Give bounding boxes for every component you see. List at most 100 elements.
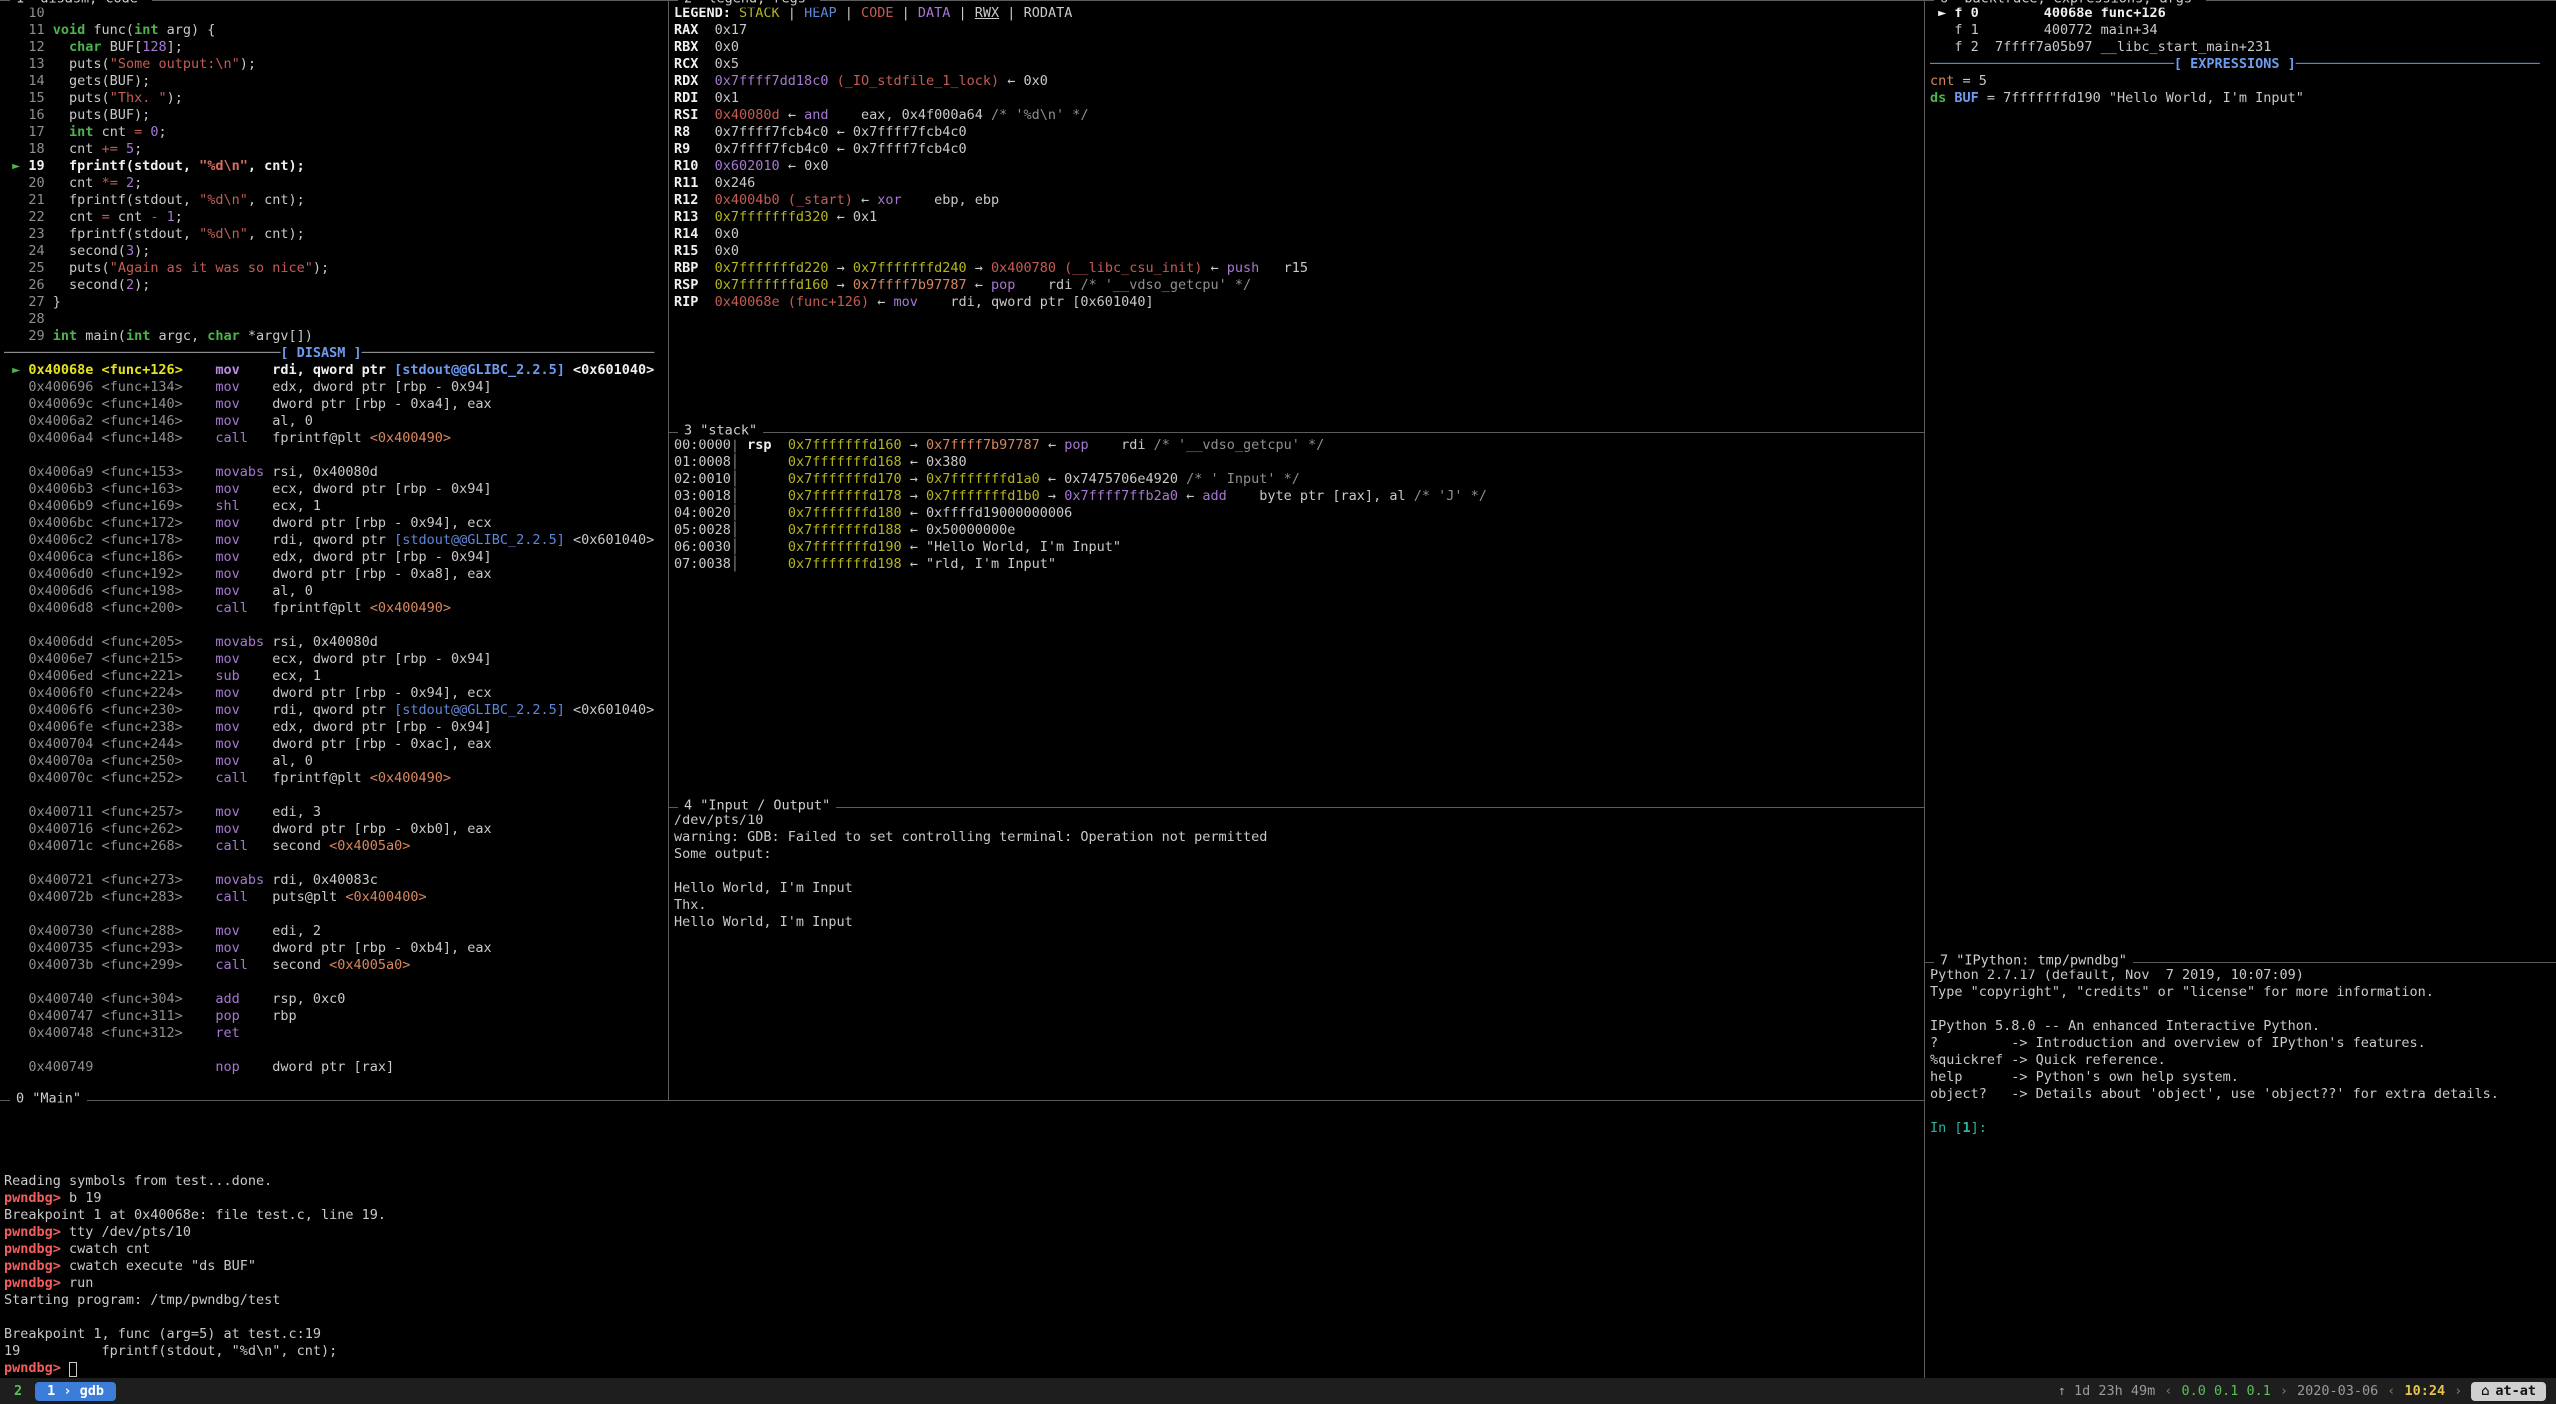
text-segment: fprintf@plt [248,770,370,786]
text-segment [183,821,216,837]
text-segment: movabs [215,634,264,650]
text-segment: → [902,488,926,504]
text-segment: 19 fprintf(stdout, "%d\n", cnt); [4,1343,337,1359]
pane-stack[interactable]: 00:0000│ rsp 0x7fffffffd160 → 0x7ffff7b9… [674,434,1922,808]
text-segment: 5 [126,141,134,157]
terminal-line: 18 cnt += 5; [4,141,664,158]
terminal-line: 25 puts("Again as it was so nice"); [4,260,664,277]
text-segment: RODATA [1024,5,1073,21]
text-segment: call [215,838,248,854]
text-segment: cnt [110,209,151,225]
text-segment: 0x40068e <func+126> [28,362,182,378]
terminal-line: RDI 0x1 [674,90,1922,107]
pane-legend-registers[interactable]: LEGEND: STACK | HEAP | CODE | DATA | RWX… [674,2,1922,433]
text-segment: 02:0010 [674,471,731,487]
text-segment [183,583,216,599]
text-segment: edx, dword ptr [rbp - 0x94] [240,549,492,565]
load-average: 0.0 0.1 0.1 [2181,1383,2270,1400]
text-segment: rsp, 0xc0 [240,991,346,1007]
text-segment: second( [53,243,126,259]
pane-ipython[interactable]: Python 2.7.17 (default, Nov 7 2019, 10:0… [1930,964,2554,1379]
text-segment: RDX [674,73,698,89]
text-segment: mov [215,532,239,548]
pane-main-gdb-prompt[interactable]: Reading symbols from test...done.pwndbg>… [4,1102,1922,1379]
text-segment: cnt [53,141,102,157]
text-segment: mov [215,821,239,837]
text-segment: (_IO_stdfile_1_lock) [837,73,1000,89]
text-segment: 0x4006a9 <func+153> [4,464,183,480]
terminal-line: RDX 0x7ffff7dd18c0 (_IO_stdfile_1_lock) … [674,73,1922,90]
text-segment [183,396,216,412]
text-segment: RBP [674,260,698,276]
terminal-line: object? -> Details about 'object', use '… [1930,1086,2554,1103]
text-segment: ; [134,141,142,157]
terminal-line: 04:0020│ 0x7fffffffd180 ← 0xffffd1900000… [674,505,1922,522]
bracket-close-icon: › [2280,1383,2288,1400]
text-segment: Breakpoint 1 at 0x40068e: file test.c, l… [4,1207,386,1223]
terminal-line: Hello World, I'm Input [674,880,1922,897]
text-segment: │ [731,522,788,538]
tmux-active-window-tab[interactable]: 1 › gdb [35,1382,116,1401]
text-segment: run [69,1275,93,1291]
terminal-line: 28 [4,311,664,328]
text-segment: 0x7ffff7b97787 [926,437,1040,453]
text-segment: 0x7fffffffd160 [788,437,902,453]
text-segment [183,515,216,531]
text-segment: 0x40080d [715,107,780,123]
text-segment: b 19 [69,1190,102,1206]
tmux-session-indicator[interactable]: 2 [10,1383,26,1400]
terminal-line: 0x4006fe <func+238> mov edx, dword ptr [… [4,719,664,736]
text-segment: <0x400490> [370,600,451,616]
text-segment: 0 [150,124,158,140]
text-segment: int [69,124,93,140]
terminal-line: ds BUF = 7fffffffd190 "Hello World, I'm … [1930,90,2554,107]
text-segment: 0x400730 <func+288> [4,923,183,939]
text-segment: ecx, dword ptr [rbp - 0x94] [240,651,492,667]
terminal-line: 02:0010│ 0x7fffffffd170 → 0x7fffffffd1a0… [674,471,1922,488]
terminal-line: 0x4006a9 <func+153> movabs rsi, 0x40080d [4,464,664,481]
terminal-line: 11 void func(int arg) { [4,22,664,39]
text-segment: 0x400749 [4,1059,93,1075]
text-segment: pwndbg> [4,1190,69,1206]
text-segment: ← [1040,437,1064,453]
terminal-line: Hello World, I'm Input [674,914,1922,931]
pane-disasm-code[interactable]: 10 11 void func(int arg) { 12 char BUF[1… [4,2,664,1101]
text-segment [183,923,216,939]
terminal-line: pwndbg> b 19 [4,1190,1922,1207]
text-segment: ← 0x1 [828,209,877,225]
text-segment: 0x4006f6 <func+230> [4,702,183,718]
text-segment: 29 [4,328,53,344]
text-segment: call [215,770,248,786]
pane-input-output[interactable]: /dev/pts/10warning: GDB: Failed to set c… [674,809,1922,1101]
text-segment: ecx, 1 [240,498,321,514]
text-segment: mov [215,396,239,412]
text-segment [183,702,216,718]
border-disasm-regs[interactable] [668,0,669,1100]
terminal-line: RSP 0x7fffffffd160 → 0x7ffff7b97787 ← po… [674,277,1922,294]
text-segment [183,804,216,820]
terminal-line [4,974,664,991]
text-segment: BUF [1954,90,1978,106]
text-segment: char [207,328,240,344]
text-segment: sub [215,668,239,684]
text-segment [183,753,216,769]
text-segment [93,1059,215,1075]
text-segment: <0x601040> [565,362,654,378]
terminal-line: 19 fprintf(stdout, "%d\n", cnt); [4,1343,1922,1360]
terminal-line: In [1]: [1930,1120,2554,1137]
text-segment: eax, 0x4f000a64 [828,107,982,123]
border-mid-right[interactable] [1924,0,1925,1378]
text-segment: int [134,22,158,38]
text-segment: pop [1064,437,1088,453]
text-segment: ← [780,107,804,123]
text-segment: 0x5 [698,56,739,72]
terminal-line: pwndbg> run [4,1275,1922,1292]
text-segment: = [134,124,142,140]
bracket-open-icon: ‹ [2164,1383,2172,1400]
text-segment: <0x601040> [565,702,654,718]
text-segment: al, 0 [240,413,313,429]
pane-backtrace-expressions[interactable]: ► f 0 40068e func+126 f 1 400772 main+34… [1930,2,2554,963]
text-segment: Reading symbols from test...done. [4,1173,272,1189]
text-segment: cwatch cnt [69,1241,150,1257]
text-segment: → [1040,488,1064,504]
